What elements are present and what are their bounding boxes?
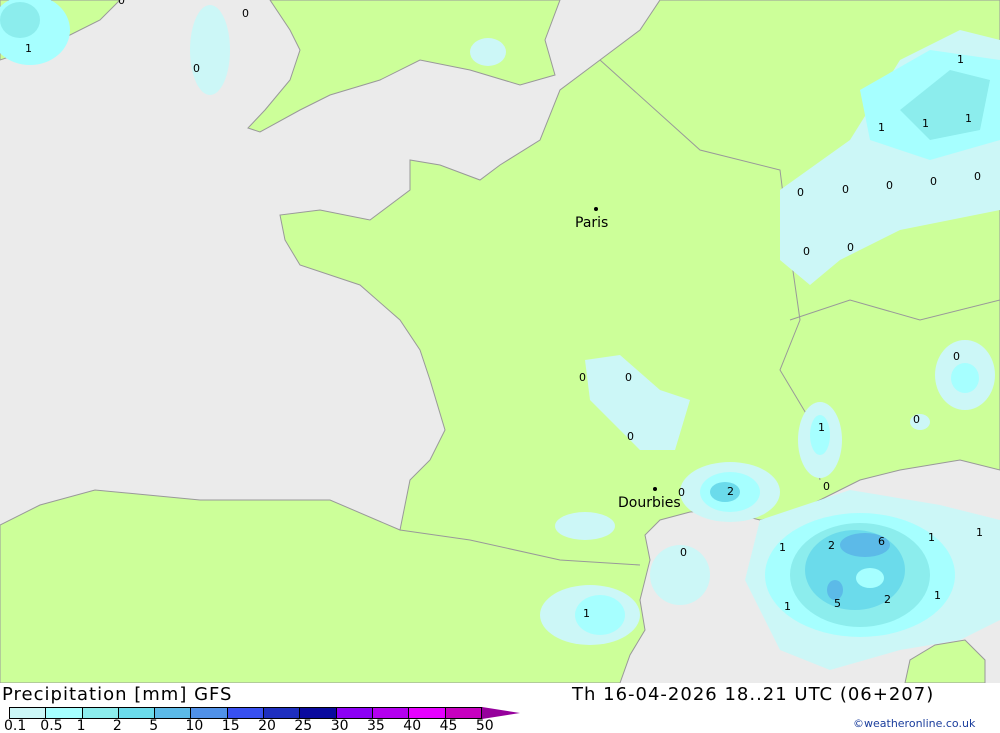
value-label: 1 — [928, 531, 935, 544]
legend-tick: 30 — [330, 718, 349, 733]
legend-swatch — [227, 708, 265, 718]
value-label: 0 — [579, 371, 586, 384]
value-label: 0 — [797, 186, 804, 199]
value-label: 1 — [784, 600, 791, 613]
value-label: 0 — [953, 350, 960, 363]
value-label: 0 — [627, 430, 634, 443]
value-label: 2 — [727, 485, 734, 498]
legend-swatch — [372, 708, 410, 718]
value-label: 0 — [118, 0, 125, 7]
value-label: 1 — [934, 589, 941, 602]
value-label: 1 — [957, 53, 964, 66]
value-label: 0 — [886, 179, 893, 192]
value-label: 1 — [818, 421, 825, 434]
precipitation-map[interactable]: Paris Dourbies 0 1 0 0 1 1 1 1 0 0 0 0 0… — [0, 0, 1000, 683]
value-label: 0 — [803, 245, 810, 258]
legend-swatch — [155, 708, 192, 718]
value-label: 1 — [965, 112, 972, 125]
legend-tick: 0.1 — [4, 718, 27, 733]
value-label: 1 — [878, 121, 885, 134]
legend-tick: 10 — [185, 718, 204, 733]
legend-tick: 1 — [76, 718, 86, 733]
city-label-paris: Paris — [575, 215, 608, 231]
legend-tick: 0.5 — [40, 718, 63, 733]
legend-tick: 2 — [112, 718, 122, 733]
map-title: Precipitation [mm] GFS — [2, 684, 233, 705]
value-label: 0 — [823, 480, 830, 493]
legend-swatch — [300, 708, 337, 718]
value-label: 0 — [974, 170, 981, 183]
value-label: 0 — [847, 241, 854, 254]
value-label: 0 — [680, 546, 687, 559]
value-label: 0 — [678, 486, 685, 499]
legend-tick: 25 — [294, 718, 313, 733]
credit-link[interactable]: ©weatheronline.co.uk — [853, 717, 975, 730]
value-label: 0 — [242, 7, 249, 20]
legend-tick: 45 — [439, 718, 458, 733]
legend-swatch — [445, 708, 482, 718]
value-label: 0 — [625, 371, 632, 384]
legend-swatch — [46, 708, 83, 718]
legend-swatch — [264, 708, 301, 718]
legend-swatch — [10, 708, 47, 718]
legend-swatch — [118, 708, 156, 718]
value-label: 2 — [884, 593, 891, 606]
legend-tick: 35 — [367, 718, 385, 733]
value-label: 1 — [779, 541, 786, 554]
legend-tick: 20 — [258, 718, 276, 733]
legend-tick: 15 — [221, 718, 240, 733]
value-label: 1 — [25, 42, 32, 55]
value-label: 6 — [878, 535, 885, 548]
legend-tick: 40 — [403, 718, 422, 733]
legend-swatch — [82, 708, 119, 718]
value-label: 1 — [922, 117, 929, 130]
value-label: 0 — [842, 183, 849, 196]
value-label: 1 — [583, 607, 590, 620]
legend-tick: 5 — [149, 718, 159, 733]
city-dot-dourbies — [653, 487, 657, 491]
legend-swatch — [336, 708, 373, 718]
value-label: 0 — [913, 413, 920, 426]
value-label: 2 — [828, 539, 835, 552]
value-label: 0 — [193, 62, 200, 75]
city-label-dourbies: Dourbies — [618, 495, 681, 511]
weather-map-view: Paris Dourbies 0 1 0 0 1 1 1 1 0 0 0 0 0… — [0, 0, 1000, 733]
valid-datetime: Th 16-04-2026 18..21 UTC (06+207) — [572, 684, 935, 705]
value-label: 1 — [976, 526, 983, 539]
legend-swatch — [191, 708, 228, 718]
legend-tick: 50 — [475, 718, 494, 733]
value-label: 5 — [834, 597, 841, 610]
city-dot-paris — [594, 207, 598, 211]
value-label: 0 — [930, 175, 937, 188]
legend-swatch — [409, 708, 446, 718]
